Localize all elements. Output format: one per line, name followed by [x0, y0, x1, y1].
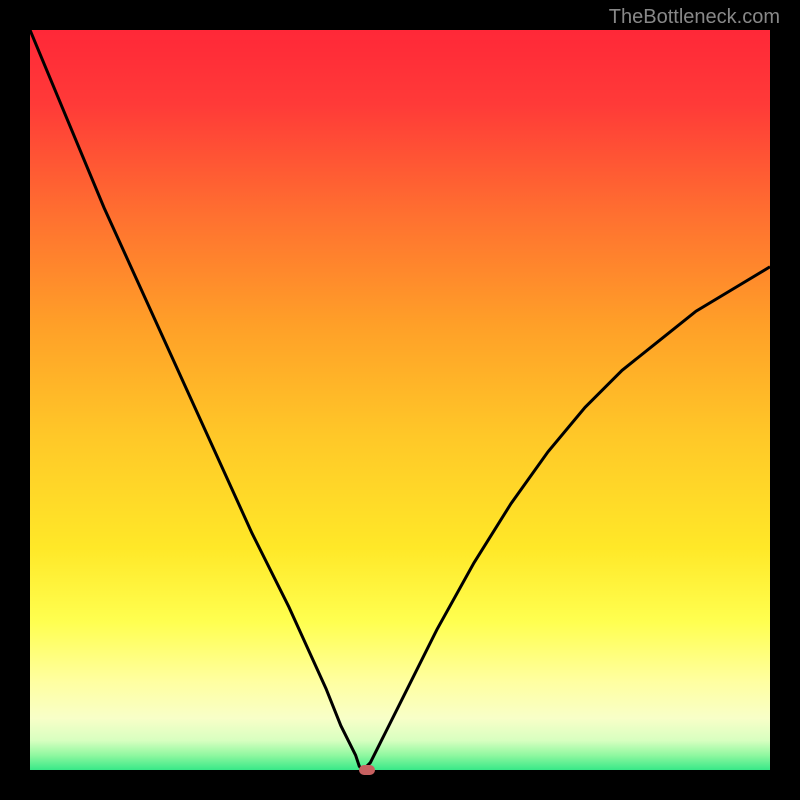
chart-container: TheBottleneck.com — [0, 0, 800, 800]
bottleneck-marker — [359, 765, 375, 775]
bottleneck-curve — [30, 30, 770, 770]
plot-area — [30, 30, 770, 770]
watermark-text: TheBottleneck.com — [609, 6, 780, 29]
